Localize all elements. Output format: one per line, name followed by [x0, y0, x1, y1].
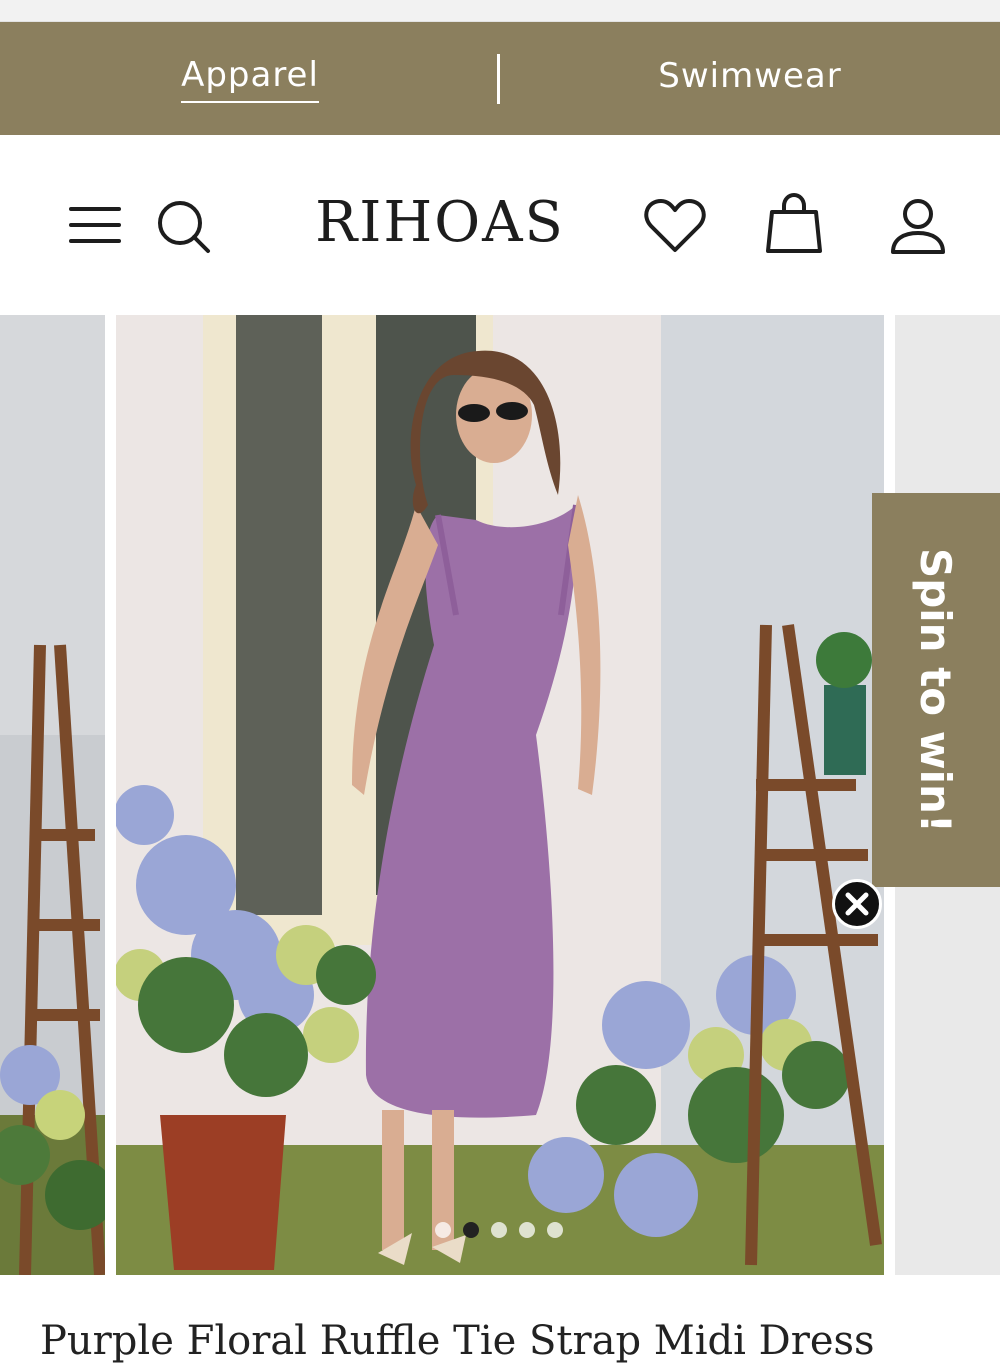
carousel-pagination — [435, 1222, 563, 1238]
brand-logo[interactable]: RIHOAS — [290, 190, 590, 255]
carousel-dot[interactable] — [435, 1222, 451, 1238]
category-tab-label: Apparel — [181, 55, 319, 103]
site-header: RIHOAS — [0, 135, 1000, 315]
carousel-slide-active[interactable] — [116, 315, 884, 1275]
category-divider — [497, 54, 500, 104]
search-icon[interactable] — [155, 198, 213, 256]
product-title: Purple Floral Ruffle Tie Strap Midi Dres… — [40, 1318, 875, 1364]
carousel-slide-previous[interactable] — [0, 315, 105, 1275]
menu-icon[interactable] — [68, 203, 122, 247]
category-bar: Apparel Swimwear — [0, 22, 1000, 135]
user-icon[interactable] — [889, 197, 947, 255]
category-tab-label: Swimwear — [658, 55, 842, 96]
product-image-carousel[interactable] — [0, 315, 1000, 1275]
category-tab-swimwear[interactable]: Swimwear — [500, 22, 1000, 135]
carousel-dot[interactable] — [519, 1222, 535, 1238]
shopping-bag-icon[interactable] — [764, 192, 824, 255]
carousel-dot[interactable] — [491, 1222, 507, 1238]
spin-to-win-tab[interactable]: Spin to win! — [872, 493, 1000, 887]
heart-icon[interactable] — [644, 198, 706, 254]
carousel-dot[interactable] — [547, 1222, 563, 1238]
carousel-dot-active[interactable] — [463, 1222, 479, 1238]
close-icon[interactable] — [832, 879, 882, 929]
spin-to-win-label: Spin to win! — [911, 547, 961, 833]
browser-top-strip — [0, 0, 1000, 22]
category-tab-apparel[interactable]: Apparel — [0, 22, 500, 135]
